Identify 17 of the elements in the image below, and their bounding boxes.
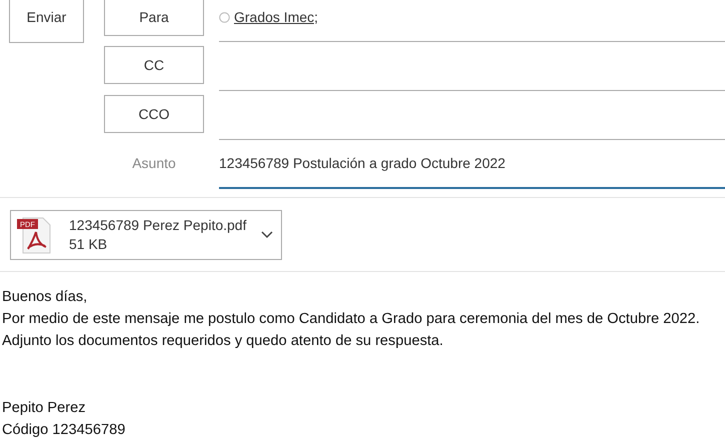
- body-text-line: Buenos días,: [2, 289, 88, 305]
- recipient-name[interactable]: Grados Imec;: [234, 9, 318, 25]
- recipient-field[interactable]: Grados Imec;: [219, 0, 725, 42]
- send-button[interactable]: Enviar: [9, 0, 84, 43]
- signature-line: Pepito Perez: [2, 400, 86, 416]
- recipient-button[interactable]: CCO: [104, 95, 204, 133]
- body-text-line: Adjunto los documentos requeridos y quedo atento de su respuesta.: [2, 333, 444, 349]
- attachment-name: 123456789 Perez Pepito.pdf: [69, 216, 248, 235]
- signature-line: Código 123456789: [2, 422, 126, 438]
- subject-label: Asunto: [131, 154, 177, 173]
- attachment-size: 51 KB: [69, 235, 108, 254]
- presence-icon: [219, 12, 230, 22]
- recipient-button[interactable]: CC: [104, 46, 204, 84]
- recipient-button[interactable]: Para: [104, 0, 204, 36]
- body-text-line: Por medio de este mensaje me postulo como Candidato a Grado para ceremonia del mes de Octubre 2022.: [2, 311, 700, 327]
- chevron-down-icon[interactable]: [261, 231, 273, 239]
- subject-field[interactable]: 123456789 Postulación a grado Octubre 2022: [219, 147, 725, 189]
